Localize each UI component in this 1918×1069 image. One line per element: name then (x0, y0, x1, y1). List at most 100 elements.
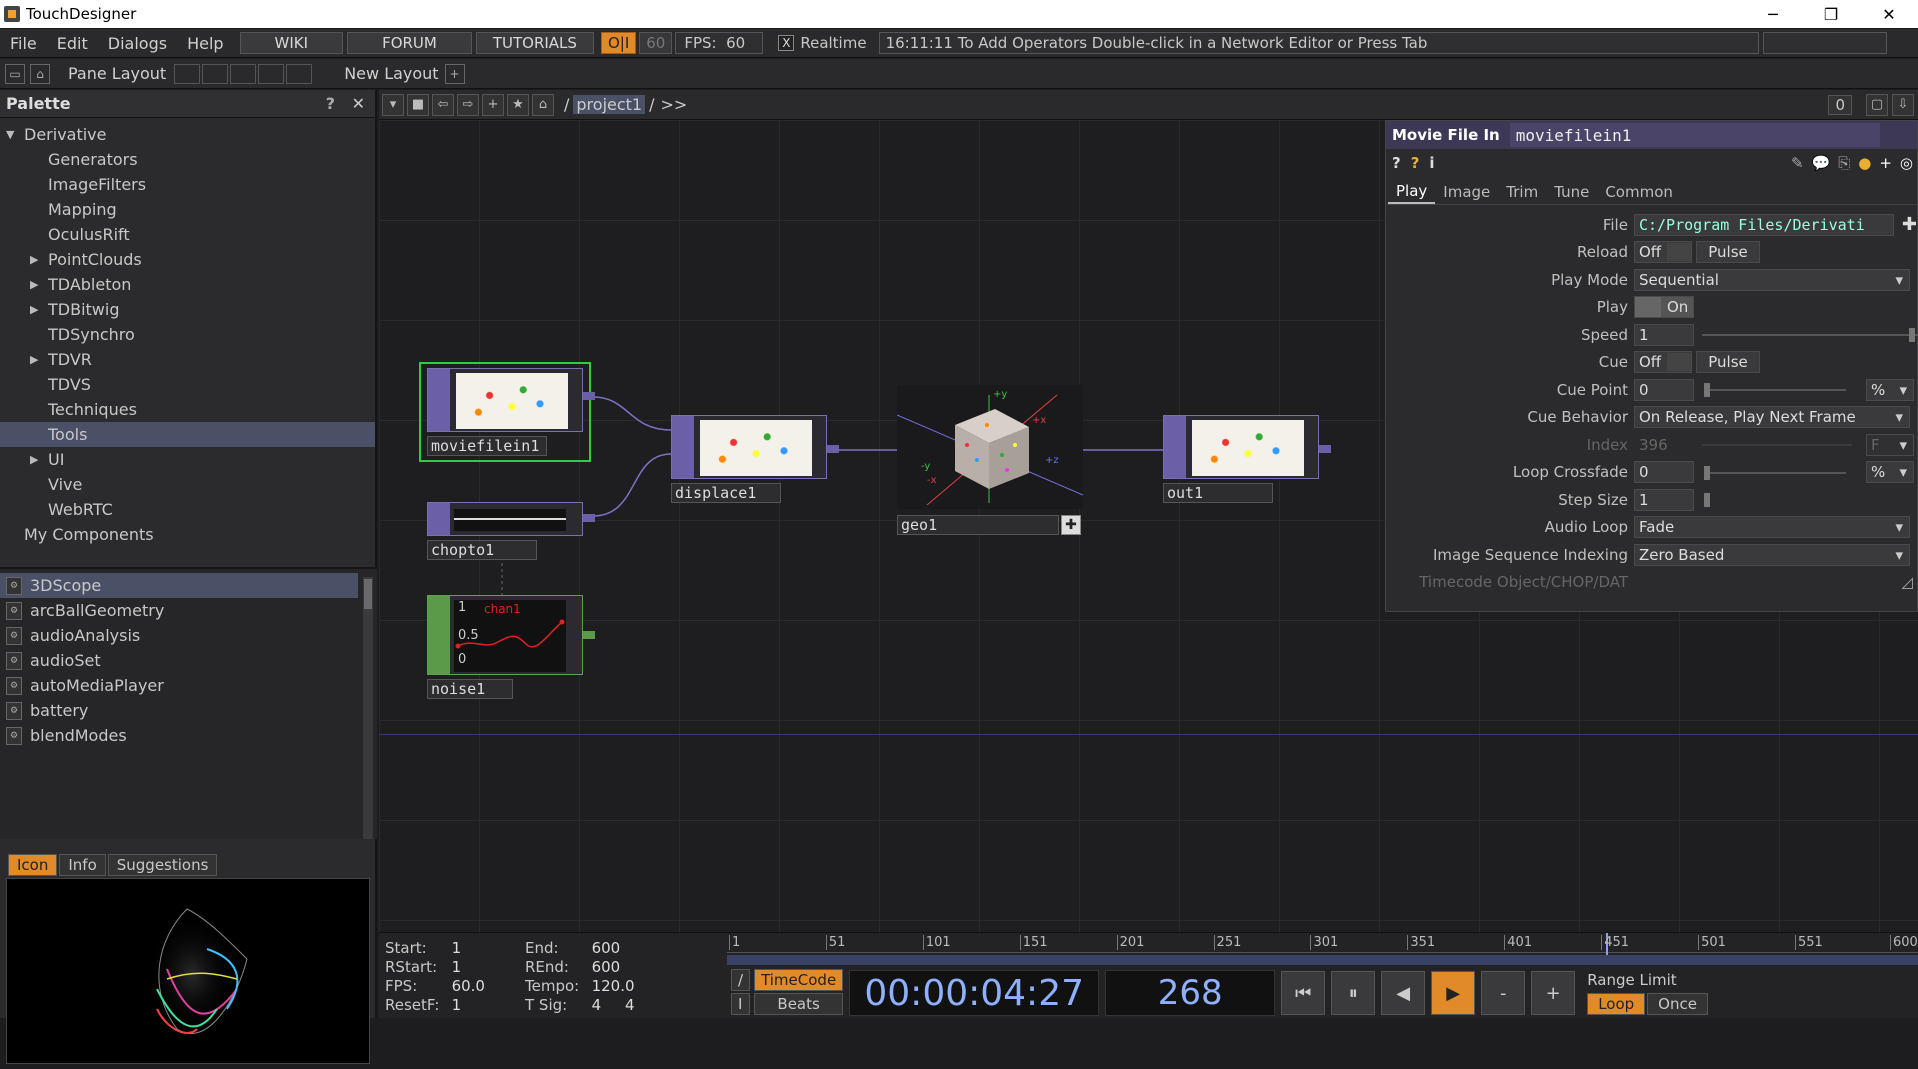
layout-preset-2[interactable] (202, 63, 229, 84)
node-moviefilein1[interactable]: moviefilein1 (419, 362, 595, 502)
component-item[interactable]: ⚙ battery (0, 698, 358, 723)
tab-icon[interactable]: Icon (8, 854, 58, 876)
menu-edit[interactable]: Edit (47, 34, 98, 53)
node-noise1[interactable]: 1 chan1 0.5 0 noise1 (427, 595, 595, 705)
end-value[interactable]: 600 (592, 939, 665, 958)
oi-toggle[interactable]: O|I (600, 32, 637, 54)
home-icon[interactable]: ⌂ (30, 63, 50, 84)
add-param-icon[interactable]: + (1879, 154, 1892, 172)
comment-icon[interactable]: 💬 (1812, 154, 1831, 172)
loop-crossfade-unit[interactable]: % (1866, 461, 1914, 484)
menu-help[interactable]: Help (177, 34, 233, 53)
node-output[interactable] (583, 392, 595, 400)
expand-right-icon[interactable]: ▶ (30, 353, 38, 366)
file-add-icon[interactable]: ✚ (1902, 214, 1917, 235)
step-plus-button[interactable]: + (1531, 971, 1576, 1015)
bar-button[interactable]: I (731, 993, 751, 1015)
tsig-num[interactable]: 4 (592, 996, 602, 1014)
wiki-button[interactable]: WIKI (239, 32, 344, 54)
timeline-range-bar[interactable] (727, 955, 1918, 965)
tree-item-tdvs[interactable]: TDVS (0, 372, 375, 397)
layout-preset-4[interactable] (258, 63, 285, 84)
beats-mode-button[interactable]: Beats (754, 993, 844, 1015)
speed-slider[interactable] (1702, 334, 1918, 336)
node-label[interactable]: moviefilein1 (427, 436, 547, 456)
expand-right-icon[interactable]: ▶ (30, 453, 38, 466)
tab-info[interactable]: Info (59, 854, 106, 876)
node-output[interactable] (583, 631, 595, 639)
tree-item-generators[interactable]: Generators (0, 147, 375, 172)
timeline-ruler[interactable]: 1 51 101 151 201 251 301 351 401 451 501 551 600 (727, 933, 1918, 955)
cue-point-field[interactable]: 0 (1634, 378, 1694, 401)
step-size-field[interactable]: 1 (1634, 488, 1694, 511)
step-back-button[interactable]: ◀ (1381, 971, 1426, 1015)
once-button[interactable]: Once (1647, 993, 1708, 1015)
add-layout-button[interactable]: + (444, 63, 465, 84)
tree-item-tdableton[interactable]: ▶ TDAbleton (0, 272, 375, 297)
node-output[interactable] (827, 445, 839, 453)
pane-split-icon[interactable]: ▭ (5, 63, 25, 84)
tree-item-tdsynchro[interactable]: TDSynchro (0, 322, 375, 347)
play-mode-dropdown[interactable]: Sequential (1634, 268, 1910, 291)
component-item[interactable]: ⚙ 3DScope (0, 573, 358, 598)
reload-toggle[interactable]: Off (1634, 241, 1692, 264)
timecode-display[interactable]: 00:00:04:27 (849, 970, 1100, 1016)
play-toggle[interactable]: On (1634, 296, 1694, 319)
param-tab-image[interactable]: Image (1435, 180, 1498, 204)
rend-value[interactable]: 600 (592, 958, 665, 977)
param-tab-play[interactable]: Play (1388, 180, 1436, 204)
component-item[interactable]: ⚙ audioAnalysis (0, 623, 358, 648)
cue-toggle[interactable]: Off (1634, 351, 1692, 374)
node-label[interactable]: chopto1 (427, 540, 537, 560)
menu-dialogs[interactable]: Dialogs (98, 34, 177, 53)
palette-help-icon[interactable]: ? (326, 94, 335, 113)
tree-item-pointclouds[interactable]: ▶ PointClouds (0, 247, 375, 272)
close-button[interactable]: ✕ (1860, 0, 1918, 28)
slash-button[interactable]: / (731, 969, 751, 991)
target-icon[interactable]: ◎ (1900, 154, 1913, 172)
tab-suggestions[interactable]: Suggestions (107, 854, 218, 876)
step-minus-button[interactable]: - (1481, 971, 1526, 1015)
frame-display[interactable]: 268 (1105, 970, 1276, 1016)
audio-loop-dropdown[interactable]: Fade (1634, 516, 1910, 539)
start-value[interactable]: 1 (452, 939, 525, 958)
layout-preset-1[interactable] (174, 63, 201, 84)
node-label[interactable]: out1 (1163, 483, 1273, 503)
reload-pulse-button[interactable]: Pulse (1696, 241, 1760, 264)
tsig-den[interactable]: 4 (625, 996, 635, 1014)
python-help-icon[interactable]: ? (1411, 154, 1420, 172)
component-item[interactable]: ⚙ blendModes (0, 723, 358, 748)
info-icon[interactable]: i (1429, 154, 1434, 172)
expand-right-icon[interactable]: ▶ (30, 278, 38, 291)
play-button[interactable]: ▶ (1431, 971, 1476, 1015)
step-size-knob[interactable] (1704, 493, 1710, 507)
loop-crossfade-slider[interactable] (1710, 471, 1846, 474)
layout-preset-3[interactable] (230, 63, 257, 84)
node-chopto1[interactable]: chopto1 (427, 502, 595, 562)
resetf-value[interactable]: 1 (452, 996, 525, 1015)
tree-item-tdbitwig[interactable]: ▶ TDBitwig (0, 297, 375, 322)
component-scrollbar[interactable] (363, 577, 373, 839)
cue-point-unit[interactable]: % (1866, 378, 1914, 401)
menu-file[interactable]: File (0, 34, 47, 53)
node-label[interactable]: displace1 (671, 483, 781, 503)
expand-down-icon[interactable]: ▼ (6, 128, 14, 141)
component-item[interactable]: ⚙ arcBallGeometry (0, 598, 358, 623)
file-field[interactable]: C:/Program Files/Derivati (1633, 213, 1894, 236)
fps-value[interactable]: 60.0 (452, 977, 525, 996)
layout-preset-5[interactable] (286, 63, 313, 84)
tree-item-oculusrift[interactable]: OculusRift (0, 222, 375, 247)
tree-item-mapping[interactable]: Mapping (0, 197, 375, 222)
clone-icon[interactable]: ⎘ (1838, 154, 1850, 172)
node-label[interactable]: noise1 (427, 679, 513, 699)
geo-add-icon[interactable]: ✚ (1061, 515, 1081, 535)
param-tab-trim[interactable]: Trim (1498, 180, 1546, 204)
palette-close-icon[interactable]: ✕ (352, 94, 365, 113)
resize-handle-icon[interactable]: ◿ (1901, 573, 1913, 591)
param-tab-tune[interactable]: Tune (1546, 180, 1597, 204)
maximize-button[interactable]: ❐ (1802, 0, 1860, 28)
param-tab-common[interactable]: Common (1597, 180, 1681, 204)
tree-item-imagefilters[interactable]: ImageFilters (0, 172, 375, 197)
pause-button[interactable]: ⏸ (1331, 971, 1376, 1015)
rstart-value[interactable]: 1 (452, 958, 525, 977)
